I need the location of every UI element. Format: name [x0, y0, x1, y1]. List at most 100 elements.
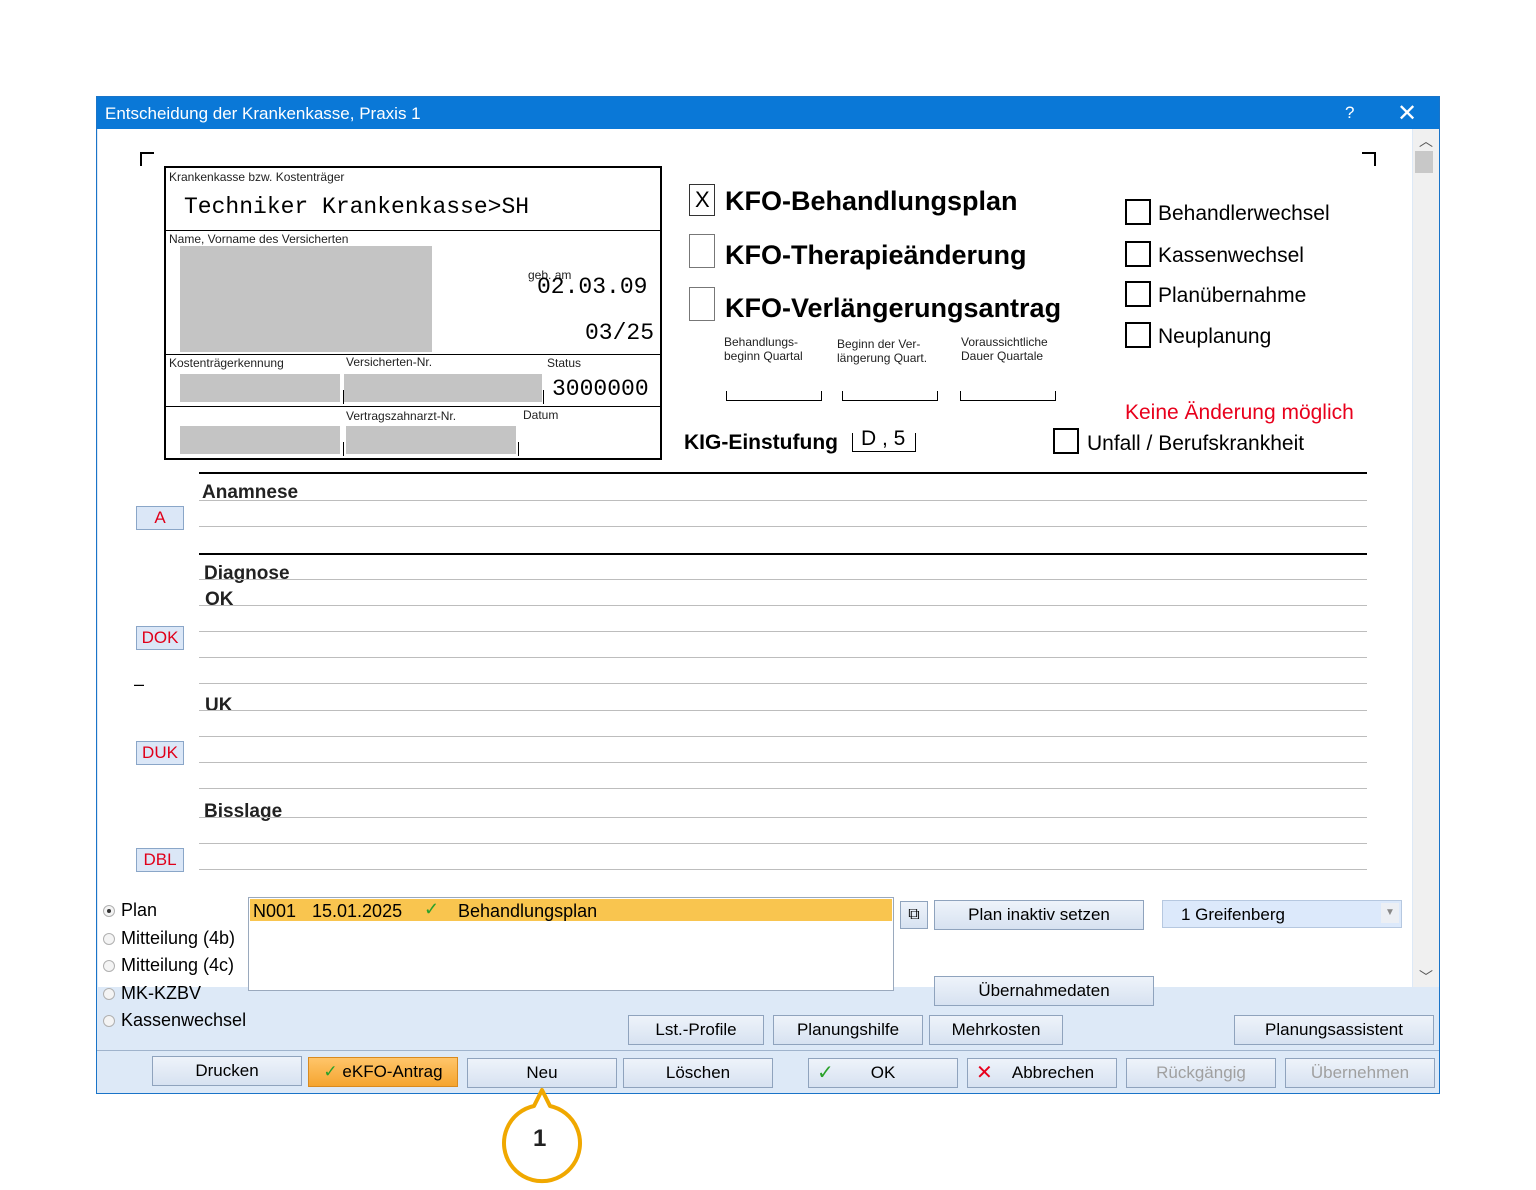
- section-divider: [199, 553, 1367, 555]
- text-line: [199, 869, 1367, 870]
- kig-value: D , 5: [861, 427, 906, 450]
- insurer-value: Techniker Krankenkasse>SH: [184, 194, 530, 220]
- ok-button-label: OK: [870, 1063, 896, 1082]
- dentist-no-label: Vertragszahnarzt-Nr.: [346, 409, 457, 423]
- kig-field[interactable]: D , 5: [852, 427, 916, 452]
- divider: [166, 230, 660, 231]
- callout-number: 1: [533, 1125, 547, 1152]
- checkbox-verlaengerungsantrag[interactable]: [689, 287, 715, 321]
- insurance-card: Krankenkasse bzw. Kostenträger Techniker…: [164, 166, 662, 460]
- scroll-down-icon[interactable]: ﹀: [1419, 967, 1433, 987]
- begin-quarter-field[interactable]: [726, 391, 822, 401]
- bisslage-heading: Bisslage: [204, 801, 283, 822]
- checkbox-planuebernahme[interactable]: [1125, 281, 1151, 307]
- chevron-down-icon[interactable]: ▼: [1381, 903, 1399, 923]
- text-line: [199, 631, 1367, 632]
- label-neuplanung: Neuplanung: [1158, 325, 1272, 348]
- extension-quarter-field[interactable]: [842, 391, 938, 401]
- text-line: [199, 788, 1367, 789]
- checkbox-neuplanung[interactable]: [1125, 322, 1151, 348]
- radio-mitteilung-4c[interactable]: [103, 960, 115, 972]
- ok-button[interactable]: ✓ OK: [808, 1058, 958, 1088]
- delete-button[interactable]: Löschen: [623, 1058, 773, 1088]
- redacted-field: [180, 426, 340, 454]
- name-label: Name, Vorname des Versicherten: [169, 232, 349, 246]
- code-button-dok[interactable]: DOK: [136, 626, 184, 650]
- checkbox-behandlerwechsel[interactable]: [1125, 199, 1151, 225]
- label-kassenwechsel: Kassenwechsel: [1158, 244, 1304, 267]
- tick: [543, 390, 544, 404]
- status-label: Status: [547, 356, 582, 370]
- checkbox-kassenwechsel[interactable]: [1125, 241, 1151, 267]
- radio-mitteilung-4c-label: Mitteilung (4c): [121, 955, 235, 975]
- text-line: [199, 762, 1367, 763]
- code-button-dbl[interactable]: DBL: [136, 848, 184, 872]
- plan-inactive-button[interactable]: Plan inaktiv setzen: [934, 900, 1144, 930]
- print-button[interactable]: Drucken: [152, 1056, 302, 1086]
- checkmark: X: [695, 187, 710, 212]
- diagnose-heading: Diagnose: [204, 563, 290, 584]
- radio-mitteilung-4b[interactable]: [103, 933, 115, 945]
- section-divider: [199, 472, 1367, 474]
- insured-no-label: Versicherten-Nr.: [346, 355, 433, 369]
- undo-button[interactable]: Rückgängig: [1126, 1058, 1276, 1088]
- ok-heading: OK: [205, 589, 234, 610]
- radio-plan-label: Plan: [121, 900, 158, 920]
- help-button[interactable]: ?: [1345, 103, 1354, 123]
- radio-plan[interactable]: [103, 905, 115, 917]
- vertical-scrollbar[interactable]: ︿ ﹀: [1413, 129, 1439, 987]
- uk-heading: UK: [205, 695, 233, 716]
- title-bar: Entscheidung der Krankenkasse, Praxis 1 …: [97, 97, 1439, 129]
- new-button[interactable]: Neu: [467, 1058, 617, 1088]
- code-button-a[interactable]: A: [136, 506, 184, 530]
- radio-mk-kzbv-label: MK-KZBV: [121, 983, 202, 1003]
- lst-profiles-button[interactable]: Lst.-Profile: [628, 1015, 764, 1045]
- insurer-label: Krankenkasse bzw. Kostenträger: [169, 170, 345, 184]
- plan-id: N001: [253, 901, 297, 921]
- text-line: [199, 683, 1367, 684]
- tick: [343, 442, 344, 456]
- checkbox-unfall[interactable]: [1053, 428, 1079, 454]
- divider: [166, 406, 660, 407]
- close-icon: ✕: [976, 1062, 993, 1084]
- cancel-button[interactable]: ✕ Abbrechen: [967, 1058, 1117, 1088]
- label-behandlerwechsel: Behandlerwechsel: [1158, 202, 1330, 225]
- scroll-up-icon[interactable]: ︿: [1419, 131, 1433, 151]
- text-line: [199, 526, 1367, 527]
- date-label: Datum: [523, 408, 559, 422]
- scroll-thumb[interactable]: [1415, 151, 1433, 173]
- dob-value: 02.03.09: [537, 274, 648, 300]
- form-area: Krankenkasse bzw. Kostenträger Techniker…: [98, 129, 1412, 987]
- radio-kassenwechsel[interactable]: [103, 1015, 115, 1027]
- radio-mitteilung-4b-label: Mitteilung (4b): [121, 928, 236, 948]
- plan-list-row[interactable]: N001 15.01.2025 ✓ Behandlungsplan: [250, 899, 892, 921]
- label-unfall: Unfall / Berufskrankheit: [1087, 432, 1305, 455]
- redacted-dentist-no: [346, 426, 516, 454]
- radio-mk-kzbv[interactable]: [103, 988, 115, 1000]
- redacted-name: [180, 246, 432, 352]
- apply-button[interactable]: Übernehmen: [1285, 1058, 1435, 1088]
- plan-list[interactable]: N001 15.01.2025 ✓ Behandlungsplan: [248, 897, 894, 991]
- duration-field[interactable]: [960, 391, 1056, 401]
- checkbox-behandlungsplan[interactable]: X: [689, 184, 715, 216]
- label-behandlungsplan: KFO-Behandlungsplan: [725, 186, 1018, 216]
- checkbox-therapieaenderung[interactable]: [689, 234, 715, 268]
- location-value: 1 Greifenberg: [1181, 905, 1285, 924]
- close-button[interactable]: ✕: [1397, 99, 1417, 128]
- tick: [518, 442, 519, 456]
- location-select[interactable]: 1 Greifenberg ▼: [1162, 900, 1402, 928]
- extension-quarter-label: Beginn der Ver-längerung Quart.: [837, 337, 928, 365]
- corner-mark-left: [140, 152, 154, 166]
- takeover-data-button[interactable]: Übernahmedaten: [934, 976, 1154, 1006]
- dialog-window: Entscheidung der Krankenkasse, Praxis 1 …: [96, 96, 1440, 1094]
- planning-help-button[interactable]: Planungshilfe: [773, 1015, 923, 1045]
- planning-assistant-button[interactable]: Planungsassistent: [1234, 1015, 1434, 1045]
- label-planuebernahme: Planübernahme: [1158, 284, 1307, 307]
- copy-icon[interactable]: ⧉: [900, 901, 928, 929]
- text-line: [199, 817, 1367, 818]
- extra-costs-button[interactable]: Mehrkosten: [929, 1015, 1063, 1045]
- redacted-cost-id: [180, 374, 340, 402]
- code-button-duk[interactable]: DUK: [136, 741, 184, 765]
- ekfo-button[interactable]: ✓ eKFO-Antrag: [308, 1057, 458, 1087]
- corner-mark-right: [1362, 152, 1376, 166]
